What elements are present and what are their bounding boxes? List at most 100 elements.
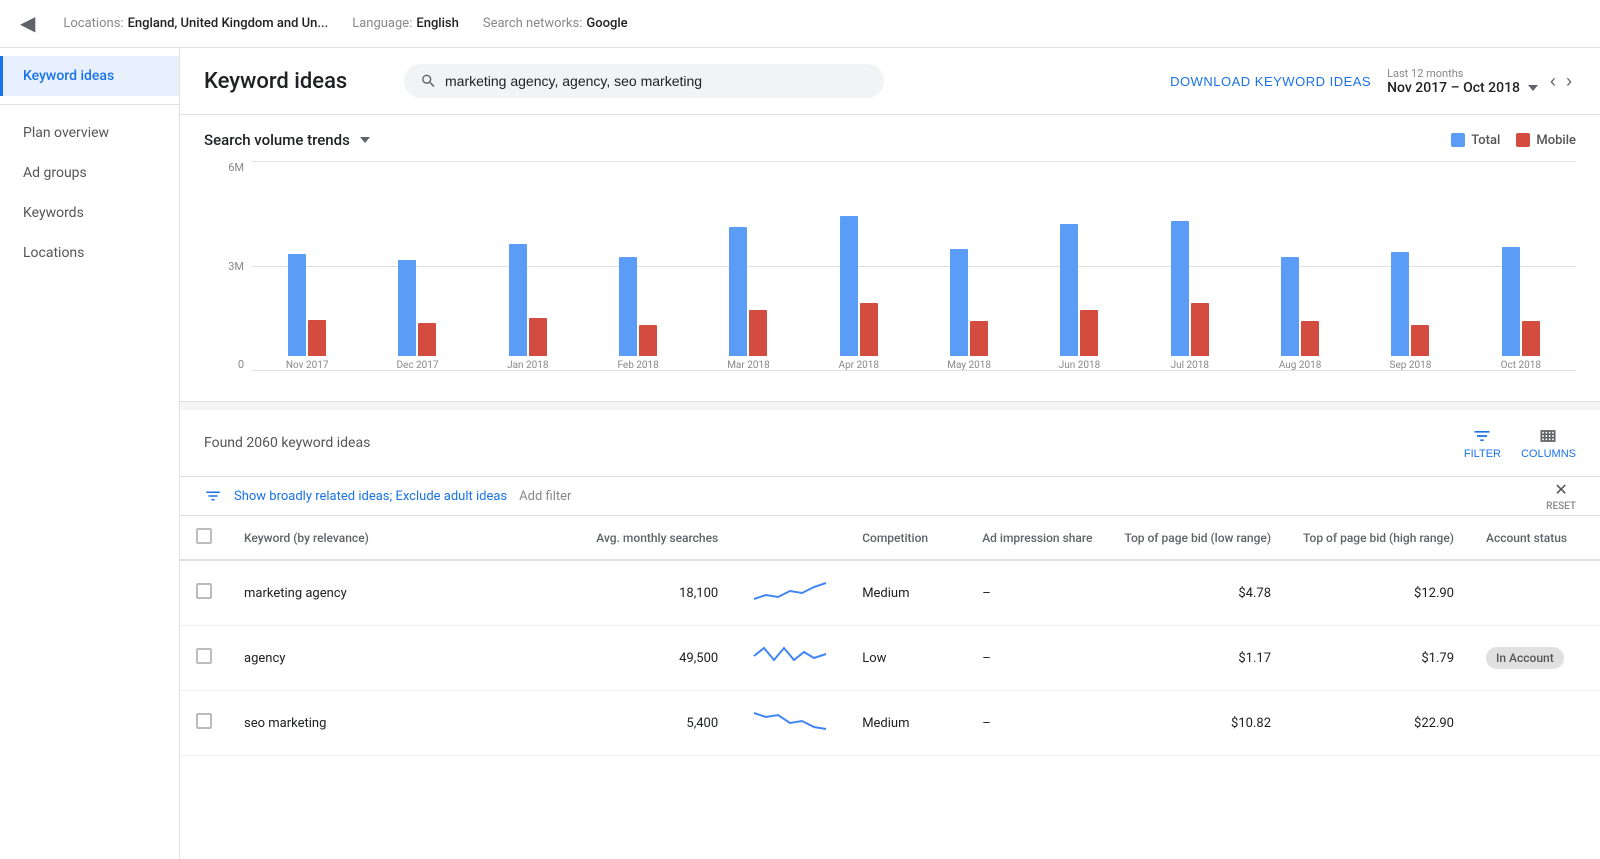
select-all-checkbox[interactable]	[196, 528, 212, 544]
top-page-low-cell: $10.82	[1108, 691, 1287, 756]
bar-pair	[583, 161, 693, 356]
sidebar-item-label: Keyword ideas	[23, 68, 114, 84]
bar-mobile	[1411, 325, 1429, 356]
date-range-label: Last 12 months	[1387, 67, 1538, 80]
bar-total	[509, 244, 527, 356]
date-range-dropdown[interactable]: Nov 2017 – Oct 2018	[1387, 80, 1538, 96]
columns-label: COLUMNS	[1521, 448, 1576, 460]
bar-group: Feb 2018	[583, 161, 693, 371]
competition-cell: Medium	[846, 691, 966, 756]
row-checkbox[interactable]	[196, 648, 212, 664]
chart-section: Search volume trends Total Mobile	[180, 115, 1600, 402]
date-range: Last 12 months Nov 2017 – Oct 2018 ‹ ›	[1387, 67, 1576, 96]
networks-label: Search networks:	[483, 16, 583, 31]
search-input[interactable]	[445, 73, 868, 89]
bar-label: May 2018	[947, 360, 991, 371]
date-prev-button[interactable]: ‹	[1546, 69, 1560, 94]
filter-close-button[interactable]: ✕ RESET	[1546, 480, 1576, 512]
legend-total-label: Total	[1471, 133, 1500, 148]
chart-dropdown-icon[interactable]	[360, 137, 370, 143]
sidebar-item-locations[interactable]: Locations	[0, 233, 179, 273]
bar-total	[1060, 224, 1078, 356]
chart-area: 6M 3M 0 Nov 2017Dec 2017Jan 2018Feb 2018…	[204, 161, 1576, 401]
competition-cell: Medium	[846, 560, 966, 626]
page-title: Keyword ideas	[204, 69, 384, 94]
top-page-low-cell: $1.17	[1108, 626, 1287, 691]
keyword-cell: agency	[228, 626, 580, 691]
date-next-button[interactable]: ›	[1562, 69, 1576, 94]
bar-mobile	[1191, 303, 1209, 356]
keywords-section: Found 2060 keyword ideas FILTER COLUMNS	[180, 410, 1600, 859]
bar-pair	[1466, 161, 1576, 356]
sidebar-item-keyword-ideas[interactable]: Keyword ideas	[0, 56, 179, 96]
bar-total	[1391, 252, 1409, 356]
bar-total	[1502, 247, 1520, 356]
filter-button[interactable]: FILTER	[1464, 426, 1501, 460]
bar-total	[1281, 257, 1299, 356]
filter-active-icon	[204, 487, 222, 505]
y-axis-3m: 3M	[228, 260, 244, 273]
legend-total: Total	[1451, 133, 1500, 148]
date-range-value: Nov 2017 – Oct 2018	[1387, 80, 1520, 96]
bar-total	[619, 257, 637, 356]
sidebar-item-label: Plan overview	[23, 125, 109, 141]
sidebar-item-label: Locations	[23, 245, 84, 261]
networks-value: Google	[586, 16, 627, 31]
filter-bar: Show broadly related ideas; Exclude adul…	[180, 477, 1600, 516]
chart-wrapper: Search volume trends Total Mobile	[204, 131, 1576, 401]
sidebar-item-label: Keywords	[23, 205, 84, 221]
bar-pair	[1245, 161, 1355, 356]
keyword-cell: seo marketing	[228, 691, 580, 756]
competition-cell: Low	[846, 626, 966, 691]
sidebar-collapse-btn[interactable]: ◀	[16, 7, 39, 40]
search-box[interactable]	[404, 64, 884, 98]
top-page-high-cell: $12.90	[1287, 560, 1470, 626]
legend-mobile: Mobile	[1516, 133, 1576, 148]
columns-icon	[1538, 426, 1558, 446]
avg-searches-cell: 49,500	[580, 626, 734, 691]
th-checkbox	[180, 516, 228, 560]
table-row: seo marketing5,400Medium–$10.82$22.90	[180, 691, 1600, 756]
bar-label: Mar 2018	[727, 360, 770, 371]
bar-label: Jul 2018	[1171, 360, 1209, 371]
chevron-down-icon	[1528, 85, 1538, 91]
bar-pair	[804, 161, 914, 356]
bar-total	[840, 216, 858, 356]
bar-mobile	[639, 325, 657, 356]
row-checkbox[interactable]	[196, 713, 212, 729]
row-checkbox[interactable]	[196, 583, 212, 599]
bar-label: Aug 2018	[1279, 360, 1322, 371]
bar-label: Sep 2018	[1390, 360, 1432, 371]
th-keyword: Keyword (by relevance)	[228, 516, 580, 560]
sidebar: Keyword ideas Plan overview Ad groups Ke…	[0, 48, 180, 859]
download-keyword-ideas-button[interactable]: DOWNLOAD KEYWORD IDEAS	[1170, 74, 1371, 89]
y-axis-6m: 6M	[228, 161, 244, 174]
content-header: Keyword ideas DOWNLOAD KEYWORD IDEAS Las…	[180, 48, 1600, 115]
columns-button[interactable]: COLUMNS	[1521, 426, 1576, 460]
language-label: Language:	[352, 16, 412, 31]
th-avg-searches: Avg. monthly searches	[580, 516, 734, 560]
account-status-cell	[1470, 691, 1600, 756]
bar-total	[398, 260, 416, 356]
bar-mobile	[418, 323, 436, 356]
avg-searches-cell: 18,100	[580, 560, 734, 626]
bar-mobile	[970, 321, 988, 356]
bar-label: Feb 2018	[617, 360, 658, 371]
bar-mobile	[1522, 321, 1540, 356]
locations-value: England, United Kingdom and Un...	[128, 16, 329, 31]
bar-group: Nov 2017	[252, 161, 362, 371]
top-bar: ◀ Locations: England, United Kingdom and…	[0, 0, 1600, 48]
bar-pair	[1024, 161, 1134, 356]
bars-container: Nov 2017Dec 2017Jan 2018Feb 2018Mar 2018…	[252, 161, 1576, 371]
sidebar-item-keywords[interactable]: Keywords	[0, 193, 179, 233]
bar-label: Dec 2017	[396, 360, 438, 371]
bar-group: Dec 2017	[362, 161, 472, 371]
legend-total-dot	[1451, 133, 1465, 147]
table-row: marketing agency18,100Medium–$4.78$12.90	[180, 560, 1600, 626]
ad-impression-cell: –	[966, 626, 1108, 691]
sidebar-item-plan-overview[interactable]: Plan overview	[0, 113, 179, 153]
filter-link[interactable]: Show broadly related ideas; Exclude adul…	[234, 489, 507, 504]
bar-label: Jun 2018	[1059, 360, 1101, 371]
sidebar-item-ad-groups[interactable]: Ad groups	[0, 153, 179, 193]
add-filter-link[interactable]: Add filter	[519, 489, 571, 504]
